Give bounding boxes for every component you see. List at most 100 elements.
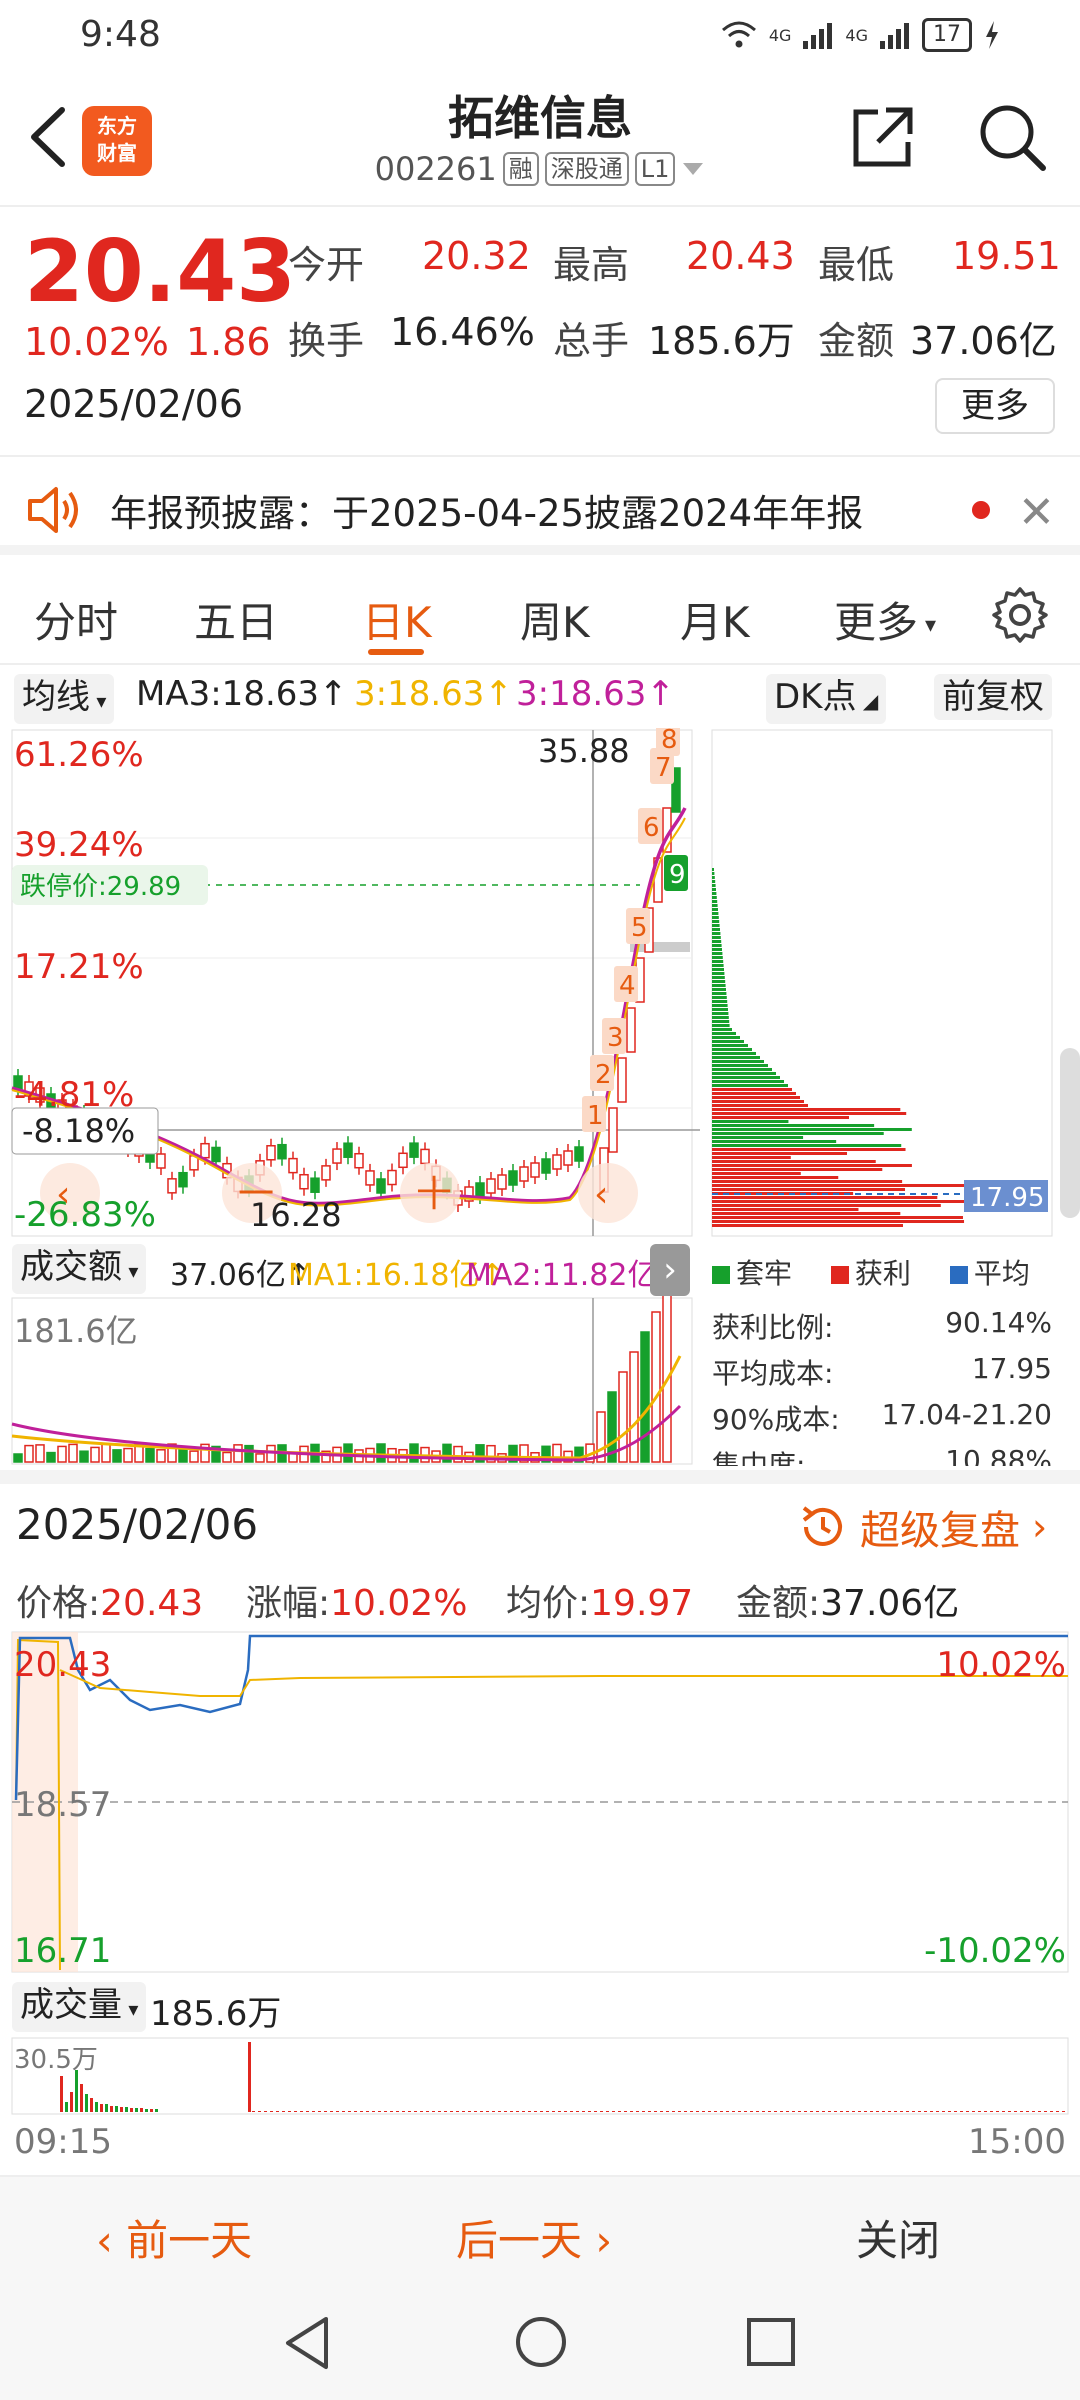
tab-monthly-k[interactable]: 月K	[680, 589, 750, 650]
signal-marker[interactable]: 2	[595, 1060, 612, 1090]
collapse-arrow-icon[interactable]: ›	[650, 1244, 690, 1296]
close-icon[interactable]: ✕	[1018, 487, 1055, 538]
candle-body	[541, 1158, 551, 1174]
indicator-selector[interactable]: 成交额 ▾	[12, 1244, 147, 1294]
dropdown-triangle-icon[interactable]	[681, 161, 705, 177]
candle-body	[398, 1152, 408, 1169]
tab-daily-k[interactable]: 日K	[362, 589, 432, 650]
close-button[interactable]: 关闭	[856, 2207, 940, 2268]
volume-bar	[906, 2111, 909, 2112]
signal-marker[interactable]: 7	[655, 753, 672, 783]
signal-marker[interactable]: 5	[631, 913, 648, 943]
volume-bar	[798, 2111, 801, 2112]
volume-bar	[426, 2111, 429, 2112]
more-button[interactable]: 更多	[935, 378, 1055, 434]
prev-day-button[interactable]: ‹ 前一天	[96, 2207, 252, 2268]
intraday-chart[interactable]: 20.43 18.57 16.71 10.02% -10.02%	[0, 1630, 1080, 1975]
side-handle[interactable]	[1060, 1048, 1080, 1218]
volume-bar	[318, 2111, 321, 2112]
share-icon[interactable]	[848, 102, 918, 172]
volume-bar	[720, 2111, 723, 2112]
arrow-left-icon[interactable]: ‹	[594, 1174, 608, 1215]
next-day-button[interactable]: 后一天 ›	[456, 2207, 612, 2268]
time-start-label: 09:15	[14, 2122, 112, 2162]
volume-chart[interactable]: 30.5万	[0, 2036, 1080, 2116]
change-amount: 1.86	[186, 320, 271, 364]
amount-bar	[79, 1450, 89, 1463]
cost-bar	[712, 1036, 740, 1039]
volume-bar	[1044, 2111, 1047, 2112]
volume-bar	[966, 2111, 969, 2112]
candle-body	[156, 1153, 166, 1169]
volume-bar	[504, 2111, 507, 2112]
wifi-icon	[721, 21, 756, 48]
notice-bar[interactable]: 年报预披露：于2025-04-25披露2024年年报 ✕	[0, 455, 1080, 555]
volume-bar	[390, 2111, 393, 2112]
amount-bar	[222, 1451, 232, 1463]
super-replay-button[interactable]: 超级复盘 ›	[798, 1498, 1047, 1556]
pct-top-label: 10.02%	[936, 1645, 1066, 1685]
amount-bar	[233, 1444, 243, 1463]
volume-bar	[372, 2111, 375, 2112]
cost-bar	[712, 944, 722, 947]
ma-row: 均线 ▾ MA3:18.63↑ 3:18.63↑ 3:18.63↑ DK点 ◢ …	[0, 672, 1080, 724]
ma-selector[interactable]: 均线 ▾	[14, 674, 115, 724]
cost-bar	[712, 1012, 729, 1015]
candle-body	[200, 1142, 210, 1159]
volume-bar	[672, 2111, 675, 2112]
nav-recents-icon[interactable]	[746, 2317, 796, 2367]
volume-bar	[480, 2111, 483, 2112]
cost-bar	[712, 1048, 752, 1051]
cost-bar	[712, 1004, 728, 1007]
signal-marker[interactable]: 1	[587, 1101, 604, 1131]
signal-marker[interactable]: 9	[669, 860, 686, 890]
nav-home-icon[interactable]	[514, 2315, 568, 2369]
volume-bar	[882, 2111, 885, 2112]
pct-bot-label: -10.02%	[924, 1931, 1066, 1971]
volume-bar	[612, 2111, 615, 2112]
volume-bar	[996, 2111, 999, 2112]
volume-bar	[1032, 2111, 1035, 2112]
volume-bar	[486, 2111, 489, 2112]
nav-back-icon[interactable]	[282, 2315, 332, 2371]
volume-bar	[888, 2111, 891, 2112]
adjust-selector[interactable]: 前复权	[934, 674, 1052, 720]
gear-icon[interactable]	[990, 585, 1050, 645]
candle-body	[288, 1157, 298, 1174]
range-marker-ten[interactable]: 十	[416, 1174, 452, 1215]
volume-selector[interactable]: 成交量 ▾	[12, 1982, 147, 2032]
cost-bar	[712, 1196, 938, 1199]
tab-more[interactable]: 更多 ▾	[834, 589, 936, 650]
signal-marker[interactable]: 3	[607, 1023, 624, 1053]
tab-intraday[interactable]: 分时	[34, 589, 118, 650]
open-label: 今开	[288, 243, 365, 287]
amount-chart[interactable]: 181.6亿	[0, 1296, 700, 1466]
open-value: 20.32	[422, 234, 531, 278]
tab-weekly-k[interactable]: 周K	[520, 589, 590, 650]
amount-bar	[13, 1453, 23, 1463]
y-top-label: 20.43	[14, 1645, 111, 1685]
volume-bar	[110, 2106, 113, 2112]
signal-marker[interactable]: 8	[661, 728, 678, 755]
ma3c-value: 3:18.63↑	[516, 674, 675, 714]
volume-bar	[120, 2107, 123, 2112]
candle-body	[617, 1057, 627, 1103]
cost-distribution-chart[interactable]: 17.95	[708, 728, 1080, 1238]
volume-bar	[636, 2111, 639, 2112]
signal-icon-2	[880, 23, 909, 49]
stock-code-row[interactable]: 002261 融 深股通 L1	[340, 150, 740, 188]
back-icon[interactable]	[22, 102, 82, 172]
cost-bar	[712, 1116, 849, 1119]
dk-point-selector[interactable]: DK点 ◢	[766, 674, 887, 724]
candle-body	[376, 1178, 386, 1194]
y-label-0: 61.26%	[14, 735, 144, 775]
tag-margin: 融	[502, 152, 539, 186]
tab-five-day[interactable]: 五日	[194, 589, 278, 650]
kline-chart[interactable]: 一 十 ‹ ‹ 61.26% 39.24% 17.21% -4.81% -26.…	[0, 728, 700, 1238]
signal-marker[interactable]: 4	[619, 971, 636, 1001]
volume-bar	[684, 2111, 687, 2112]
cost-bar	[712, 884, 716, 887]
search-icon[interactable]	[975, 100, 1049, 174]
volume-bar	[80, 2084, 83, 2112]
signal-marker[interactable]: 6	[643, 813, 660, 843]
